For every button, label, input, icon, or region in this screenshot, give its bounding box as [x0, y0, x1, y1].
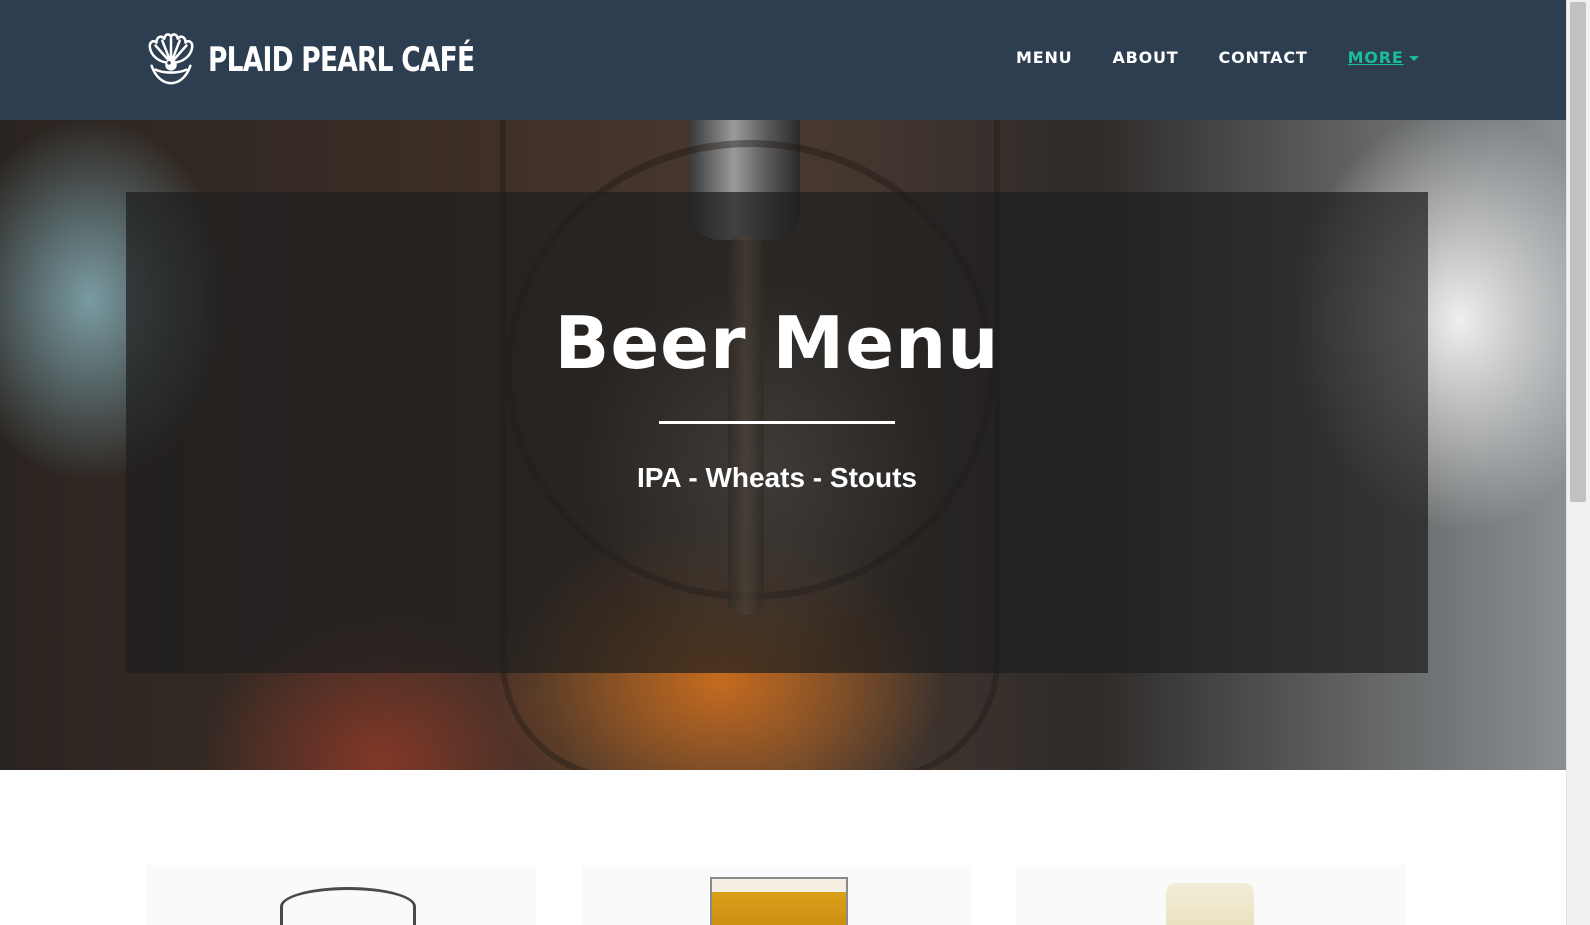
product-image-ipa[interactable] — [146, 865, 536, 925]
wheat-glass-image — [1166, 883, 1254, 925]
hero-divider — [659, 421, 895, 424]
brand-name: PLAID PEARL CAFÉ — [208, 40, 475, 80]
hero-section: Beer Menu IPA - Wheats - Stouts — [0, 120, 1566, 770]
lager-glass-image — [710, 877, 848, 925]
hero-panel: Beer Menu IPA - Wheats - Stouts — [126, 192, 1428, 673]
brand-link[interactable]: PLAID PEARL CAFÉ — [142, 30, 549, 90]
shell-pearl-icon — [148, 33, 194, 85]
nav-link-contact[interactable]: CONTACT — [1219, 48, 1308, 68]
nav-link-about[interactable]: ABOUT — [1112, 48, 1178, 68]
product-image-lager[interactable] — [582, 865, 972, 925]
nav-link-menu[interactable]: MENU — [1016, 48, 1072, 68]
scrollbar-thumb[interactable] — [1570, 2, 1586, 502]
hero-subtitle: IPA - Wheats - Stouts — [637, 462, 917, 493]
beer-products-section — [0, 770, 1566, 925]
empty-glass-image — [280, 887, 416, 925]
nav-dropdown-more[interactable]: MORE — [1348, 48, 1419, 68]
product-image-wheat[interactable] — [1016, 865, 1406, 925]
hero-title: Beer Menu — [554, 301, 1000, 385]
nav-link-more-label: MORE — [1347, 48, 1404, 67]
navbar: PLAID PEARL CAFÉ MENU ABOUT CONTACT MORE — [0, 0, 1566, 120]
caret-down-icon — [1408, 55, 1419, 61]
page: PLAID PEARL CAFÉ MENU ABOUT CONTACT MORE… — [0, 0, 1590, 925]
page-scrollbar[interactable] — [1566, 0, 1590, 925]
main-nav: MENU ABOUT CONTACT MORE — [1016, 48, 1419, 68]
